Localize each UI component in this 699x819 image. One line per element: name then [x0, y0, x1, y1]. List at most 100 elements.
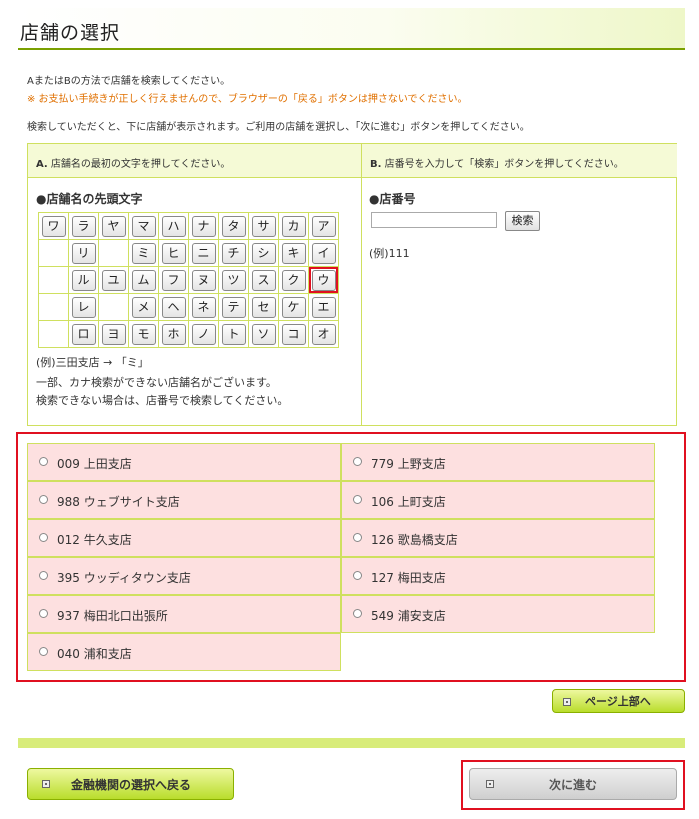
- radio-button[interactable]: [353, 571, 362, 580]
- radio-button[interactable]: [39, 609, 48, 618]
- kana-button[interactable]: ホ: [161, 324, 186, 345]
- kana-button[interactable]: ル: [71, 270, 96, 291]
- store-number-input[interactable]: [371, 212, 497, 228]
- radio-button[interactable]: [39, 647, 48, 656]
- kana-button[interactable]: ス: [251, 270, 276, 291]
- kana-button[interactable]: ネ: [191, 297, 216, 318]
- kana-button[interactable]: ア: [311, 216, 336, 237]
- kana-button[interactable]: ヤ: [101, 216, 126, 237]
- kana-button[interactable]: ラ: [71, 216, 96, 237]
- kana-button[interactable]: ム: [131, 270, 156, 291]
- kana-cell: [98, 239, 129, 267]
- kana-cell: マ: [128, 212, 159, 240]
- kana-button[interactable]: ユ: [101, 270, 126, 291]
- kana-button[interactable]: キ: [281, 243, 306, 264]
- store-result-item[interactable]: 937 梅田北口出張所: [27, 595, 341, 633]
- square-icon: [42, 780, 50, 788]
- kana-cell: コ: [278, 320, 309, 348]
- kana-button[interactable]: サ: [251, 216, 276, 237]
- kana-button[interactable]: ワ: [41, 216, 66, 237]
- store-result-item[interactable]: 040 浦和支店: [27, 633, 341, 671]
- kana-button[interactable]: チ: [221, 243, 246, 264]
- kana-button[interactable]: ロ: [71, 324, 96, 345]
- store-result-label: 779 上野支店: [371, 457, 446, 471]
- radio-button[interactable]: [39, 533, 48, 542]
- store-result-item[interactable]: 012 牛久支店: [27, 519, 341, 557]
- kana-button[interactable]: ト: [221, 324, 246, 345]
- store-result-item[interactable]: 009 上田支店: [27, 443, 341, 481]
- store-number-subtitle: ●店番号: [369, 192, 416, 206]
- next-button[interactable]: 次に進む: [469, 768, 677, 800]
- kana-cell: イ: [308, 239, 339, 267]
- kana-button[interactable]: ニ: [191, 243, 216, 264]
- kana-cell: [38, 320, 69, 348]
- kana-button[interactable]: ク: [281, 270, 306, 291]
- kana-cell: ハ: [158, 212, 189, 240]
- radio-button[interactable]: [353, 495, 362, 504]
- kana-cell: ナ: [188, 212, 219, 240]
- store-result-item[interactable]: 988 ウェブサイト支店: [27, 481, 341, 519]
- store-result-item[interactable]: 779 上野支店: [341, 443, 655, 481]
- back-to-bank-button[interactable]: 金融機関の選択へ戻る: [27, 768, 234, 800]
- store-result-item[interactable]: 106 上町支店: [341, 481, 655, 519]
- store-result-label: 012 牛久支店: [57, 533, 132, 547]
- kana-example: (例)三田支店 → 「ミ」: [36, 356, 149, 369]
- kana-cell: ウ: [308, 266, 339, 294]
- store-result-item[interactable]: 395 ウッディタウン支店: [27, 557, 341, 595]
- kana-cell: ヒ: [158, 239, 189, 267]
- kana-button[interactable]: ヨ: [101, 324, 126, 345]
- store-result-label: 549 浦安支店: [371, 609, 446, 623]
- kana-cell: ケ: [278, 293, 309, 321]
- method-b-header: B. 店番号を入力して「検索」ボタンを押してください。: [362, 144, 677, 178]
- kana-button[interactable]: シ: [251, 243, 276, 264]
- kana-cell: カ: [278, 212, 309, 240]
- kana-cell: ク: [278, 266, 309, 294]
- kana-button[interactable]: ナ: [191, 216, 216, 237]
- search-button[interactable]: 検索: [505, 211, 540, 231]
- kana-button[interactable]: ミ: [131, 243, 156, 264]
- radio-button[interactable]: [39, 571, 48, 580]
- kana-button[interactable]: ツ: [221, 270, 246, 291]
- kana-button[interactable]: メ: [131, 297, 156, 318]
- kana-button[interactable]: カ: [281, 216, 306, 237]
- kana-button[interactable]: マ: [131, 216, 156, 237]
- kana-button[interactable]: セ: [251, 297, 276, 318]
- kana-cell: リ: [68, 239, 99, 267]
- kana-cell: [38, 266, 69, 294]
- kana-button[interactable]: イ: [311, 243, 336, 264]
- kana-button[interactable]: テ: [221, 297, 246, 318]
- kana-button[interactable]: ヒ: [161, 243, 186, 264]
- store-result-item[interactable]: 126 歌島橋支店: [341, 519, 655, 557]
- kana-cell: シ: [248, 239, 279, 267]
- store-result-item[interactable]: 127 梅田支店: [341, 557, 655, 595]
- kana-cell: タ: [218, 212, 249, 240]
- kana-button[interactable]: モ: [131, 324, 156, 345]
- radio-button[interactable]: [39, 495, 48, 504]
- store-result-label: 106 上町支店: [371, 495, 446, 509]
- kana-button[interactable]: フ: [161, 270, 186, 291]
- kana-button[interactable]: エ: [311, 297, 336, 318]
- instruction-text: 検索していただくと、下に店舗が表示されます。ご利用の店舗を選択し、「次に進む」ボ…: [27, 122, 530, 133]
- kana-grid: ワラヤマハナタサカアリ ミヒニチシキイルユムフヌツスクウレ メヘネテセケエロヨモホノ…: [38, 212, 339, 348]
- radio-button[interactable]: [39, 457, 48, 466]
- kana-button[interactable]: ソ: [251, 324, 276, 345]
- kana-button[interactable]: ウ: [311, 270, 336, 291]
- kana-button[interactable]: ケ: [281, 297, 306, 318]
- page-top-button[interactable]: ページ上部へ: [552, 689, 685, 713]
- kana-button[interactable]: タ: [221, 216, 246, 237]
- kana-button[interactable]: ヘ: [161, 297, 186, 318]
- kana-button[interactable]: コ: [281, 324, 306, 345]
- kana-button[interactable]: オ: [311, 324, 336, 345]
- kana-button[interactable]: ヌ: [191, 270, 216, 291]
- radio-button[interactable]: [353, 457, 362, 466]
- radio-button[interactable]: [353, 533, 362, 542]
- method-a-header-text: 店舗名の最初の文字を押してください。: [50, 159, 231, 170]
- kana-button[interactable]: ノ: [191, 324, 216, 345]
- kana-button[interactable]: リ: [71, 243, 96, 264]
- kana-cell: ロ: [68, 320, 99, 348]
- kana-cell: サ: [248, 212, 279, 240]
- kana-button[interactable]: ハ: [161, 216, 186, 237]
- kana-button[interactable]: レ: [71, 297, 96, 318]
- radio-button[interactable]: [353, 609, 362, 618]
- store-result-item[interactable]: 549 浦安支店: [341, 595, 655, 633]
